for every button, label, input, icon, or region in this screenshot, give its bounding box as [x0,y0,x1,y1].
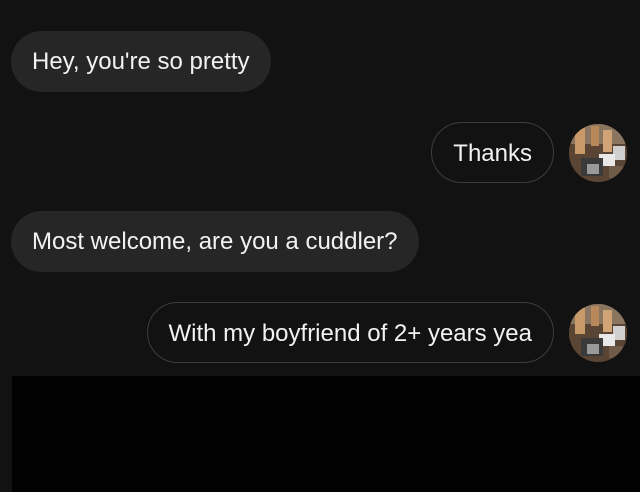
profile-photo-icon[interactable] [569,304,627,362]
message-bubble-incoming[interactable]: Hey, you're so pretty [11,31,271,92]
message-bubble-incoming[interactable]: Most welcome, are you a cuddler? [11,211,419,272]
message-bubble-outgoing[interactable]: With my boyfriend of 2+ years yea [146,302,554,363]
message-text: Most welcome, are you a cuddler? [32,228,398,255]
message-text: Thanks [453,140,532,167]
redacted-area [12,376,640,492]
message-text: With my boyfriend of 2+ years yea [168,320,533,347]
profile-photo-icon[interactable] [569,124,627,182]
message-text: Hey, you're so pretty [32,48,250,75]
message-bubble-outgoing[interactable]: Thanks [431,122,554,183]
